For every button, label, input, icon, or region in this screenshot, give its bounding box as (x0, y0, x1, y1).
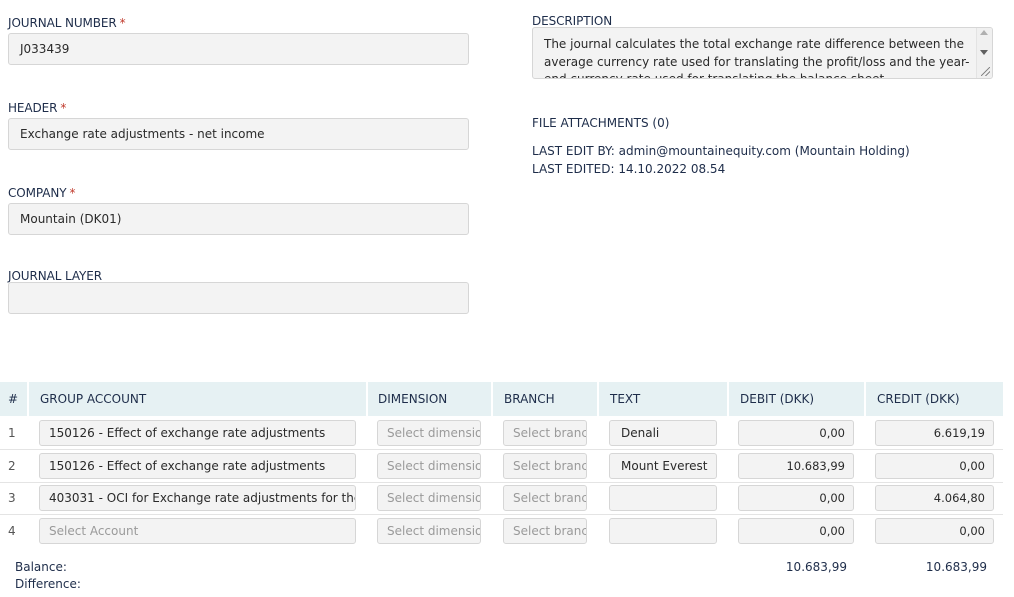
group-account-select[interactable]: Select Account (39, 518, 356, 544)
group-account-select[interactable]: 150126 - Effect of exchange rate adjustm… (39, 453, 356, 479)
table-header: # GROUP ACCOUNT DIMENSION BRANCH TEXT DE… (0, 382, 1003, 416)
row-number: 1 (8, 426, 16, 440)
dimension-select[interactable]: Select dimension (377, 420, 481, 446)
journal-number-field[interactable]: J033439 (8, 33, 469, 65)
col-header-text: TEXT (610, 392, 641, 406)
debit-input[interactable]: 0,00 (738, 420, 854, 446)
debit-input[interactable]: 10.683,99 (738, 453, 854, 479)
col-header-number: # (8, 392, 19, 406)
branch-select[interactable]: Select branch (503, 518, 587, 544)
journal-layer-label: JOURNAL LAYER (8, 269, 102, 283)
last-edited-value: 14.10.2022 08.54 (618, 162, 726, 176)
scroll-up-icon[interactable] (980, 30, 988, 35)
header-label: HEADER * (8, 101, 67, 115)
group-account-select[interactable]: 403031 - OCI for Exchange rate adjustmen… (39, 485, 356, 511)
row-number: 4 (8, 524, 16, 538)
row-number: 3 (8, 491, 16, 505)
branch-select[interactable]: Select branch (503, 485, 587, 511)
row-number: 2 (8, 459, 16, 473)
balance-credit-total: 10.683,99 (925, 560, 987, 574)
text-input[interactable]: Denali (609, 420, 717, 446)
col-header-debit: DEBIT (DKK) (740, 392, 815, 406)
credit-input[interactable]: 0,00 (875, 453, 994, 479)
last-edit-by-value: admin@mountainequity.com (Mountain Holdi… (618, 144, 910, 158)
col-header-credit: CREDIT (DKK) (877, 392, 960, 406)
journal-layer-field[interactable] (8, 282, 469, 314)
branch-select[interactable]: Select branch (503, 420, 587, 446)
text-input[interactable]: Mount Everest (609, 453, 717, 479)
scroll-down-icon[interactable] (980, 50, 988, 55)
branch-select[interactable]: Select branch (503, 453, 587, 479)
dimension-select[interactable]: Select dimension (377, 518, 481, 544)
balance-debit-total: 10.683,99 (785, 560, 847, 574)
company-field[interactable]: Mountain (DK01) (8, 203, 469, 235)
last-edited: LAST EDITED: 14.10.2022 08.54 (532, 162, 725, 176)
col-header-dimension: DIMENSION (378, 392, 448, 406)
text-input[interactable] (609, 518, 717, 544)
balance-label: Balance: (15, 560, 67, 574)
difference-label: Difference: (15, 577, 81, 591)
description-text: The journal calculates the total exchang… (544, 37, 970, 79)
header-field[interactable]: Exchange rate adjustments - net income (8, 118, 469, 150)
company-label: COMPANY * (8, 186, 76, 200)
last-edit-by-label: LAST EDIT BY: (532, 144, 615, 158)
credit-input[interactable]: 4.064,80 (875, 485, 994, 511)
description-textarea[interactable]: The journal calculates the total exchang… (532, 27, 993, 79)
dimension-select[interactable]: Select dimension (377, 453, 481, 479)
text-input[interactable] (609, 485, 717, 511)
dimension-select[interactable]: Select dimension (377, 485, 481, 511)
col-header-branch: BRANCH (504, 392, 555, 406)
group-account-select[interactable]: 150126 - Effect of exchange rate adjustm… (39, 420, 356, 446)
file-attachments-link[interactable]: FILE ATTACHMENTS (0) (532, 116, 669, 130)
description-label: DESCRIPTION (532, 14, 613, 28)
resize-grip-icon[interactable] (981, 67, 990, 76)
last-edited-label: LAST EDITED: (532, 162, 615, 176)
debit-input[interactable]: 0,00 (738, 485, 854, 511)
journal-number-label: JOURNAL NUMBER * (8, 16, 126, 30)
credit-input[interactable]: 6.619,19 (875, 420, 994, 446)
last-edit-by: LAST EDIT BY: admin@mountainequity.com (… (532, 144, 910, 158)
col-header-group-account: GROUP ACCOUNT (40, 392, 147, 406)
debit-input[interactable]: 0,00 (738, 518, 854, 544)
credit-input[interactable]: 0,00 (875, 518, 994, 544)
